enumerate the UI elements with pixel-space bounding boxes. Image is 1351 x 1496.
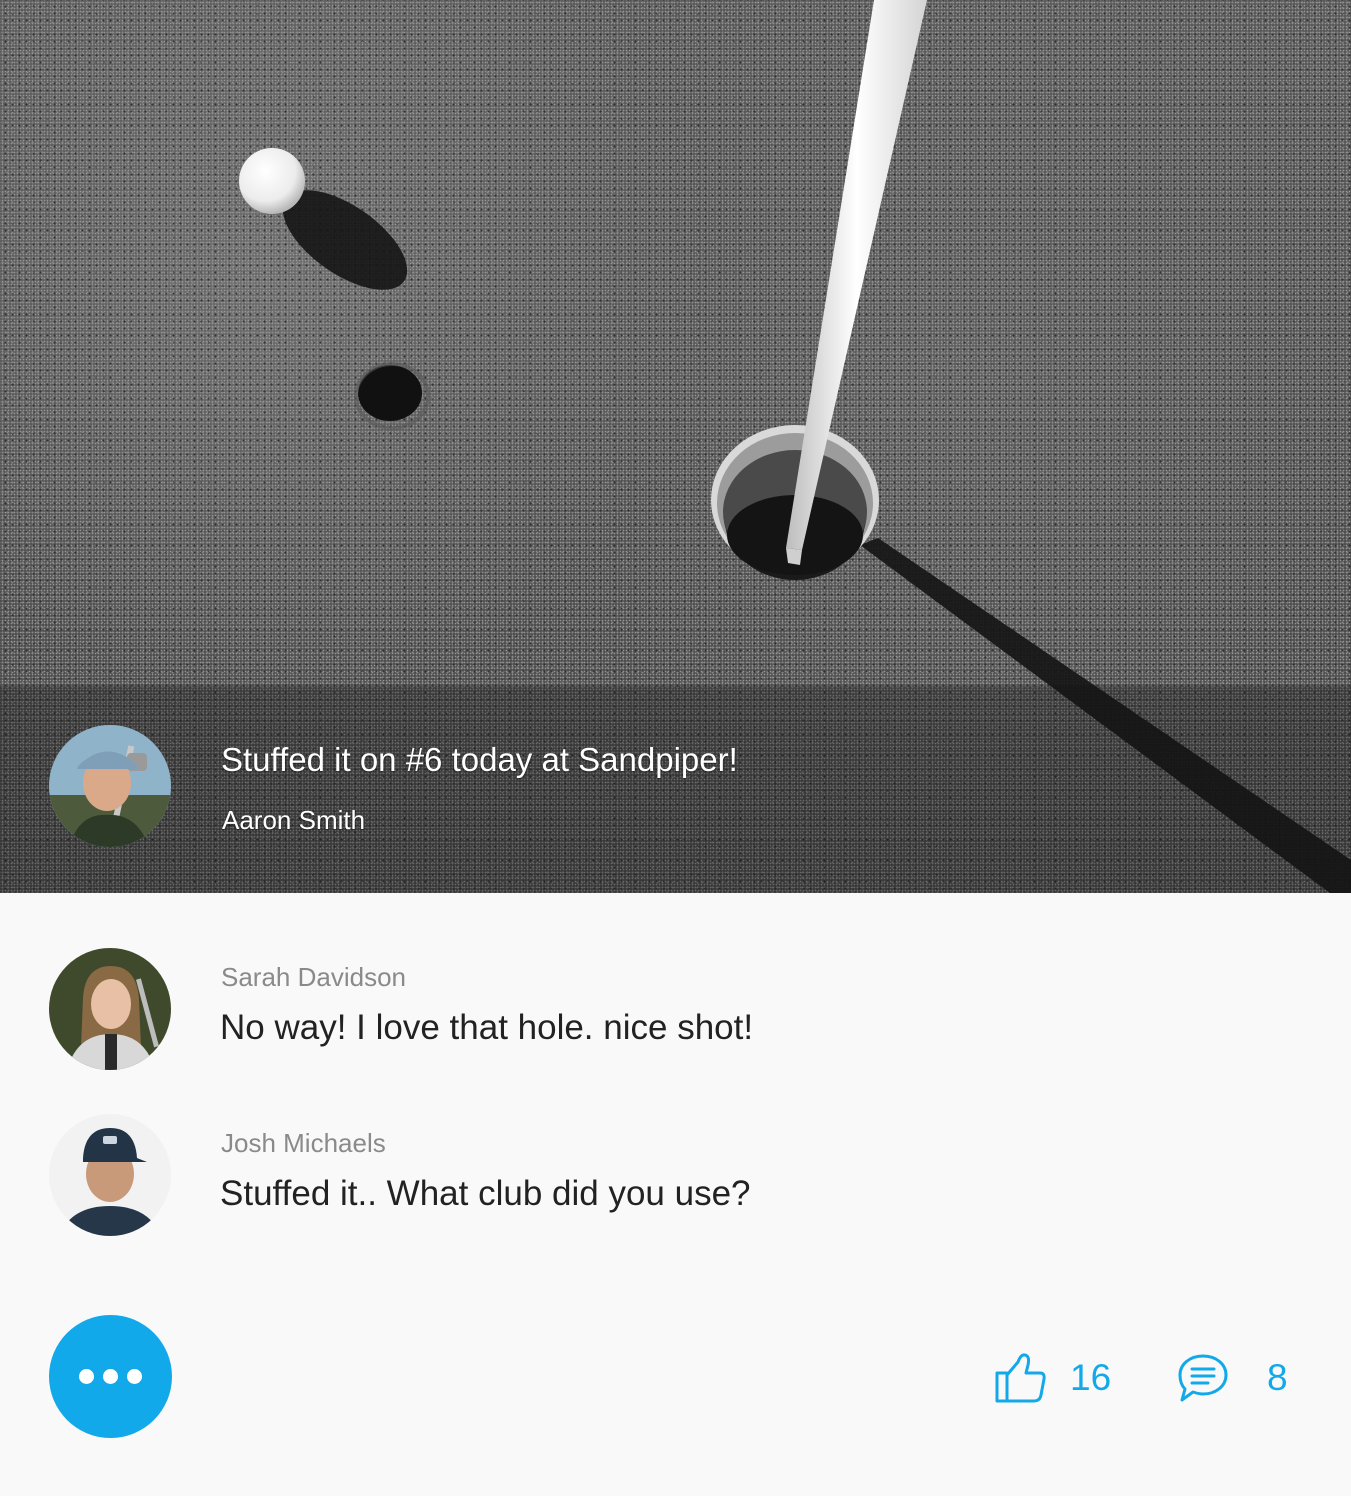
comment-item: Sarah Davidson No way! I love that hole.… [0,948,1351,1078]
ellipsis-icon [103,1369,118,1384]
avatar-image [49,725,171,847]
like-button[interactable]: 16 [994,1348,1111,1408]
speech-bubble-icon [1178,1354,1228,1402]
comment-author-name[interactable]: Josh Michaels [221,1127,386,1159]
post-title: Stuffed it on #6 today at Sandpiper! [221,741,738,778]
post-author-name[interactable]: Aaron Smith [222,804,365,836]
comment-count: 8 [1267,1357,1288,1398]
post-author-avatar[interactable] [49,725,171,847]
ellipsis-icon [127,1369,142,1384]
comment-author-avatar[interactable] [49,948,171,1070]
comment-author-name[interactable]: Sarah Davidson [221,961,406,993]
avatar-image [49,1114,171,1236]
like-count: 16 [1070,1357,1112,1398]
avatar-image [49,948,171,1070]
comment-text: Stuffed it.. What club did you use? [220,1174,751,1213]
comment-item: Josh Michaels Stuffed it.. What club did… [0,1114,1351,1244]
thumbs-up-icon [995,1353,1046,1403]
ellipsis-icon [79,1369,94,1384]
caption-overlay [0,686,1351,893]
comment-button[interactable]: 8 [1177,1348,1288,1408]
comment-author-avatar[interactable] [49,1114,171,1236]
more-options-button[interactable] [49,1315,172,1438]
comment-text: No way! I love that hole. nice shot! [220,1008,754,1047]
post-photo[interactable]: Stuffed it on #6 today at Sandpiper! Aar… [0,0,1351,893]
